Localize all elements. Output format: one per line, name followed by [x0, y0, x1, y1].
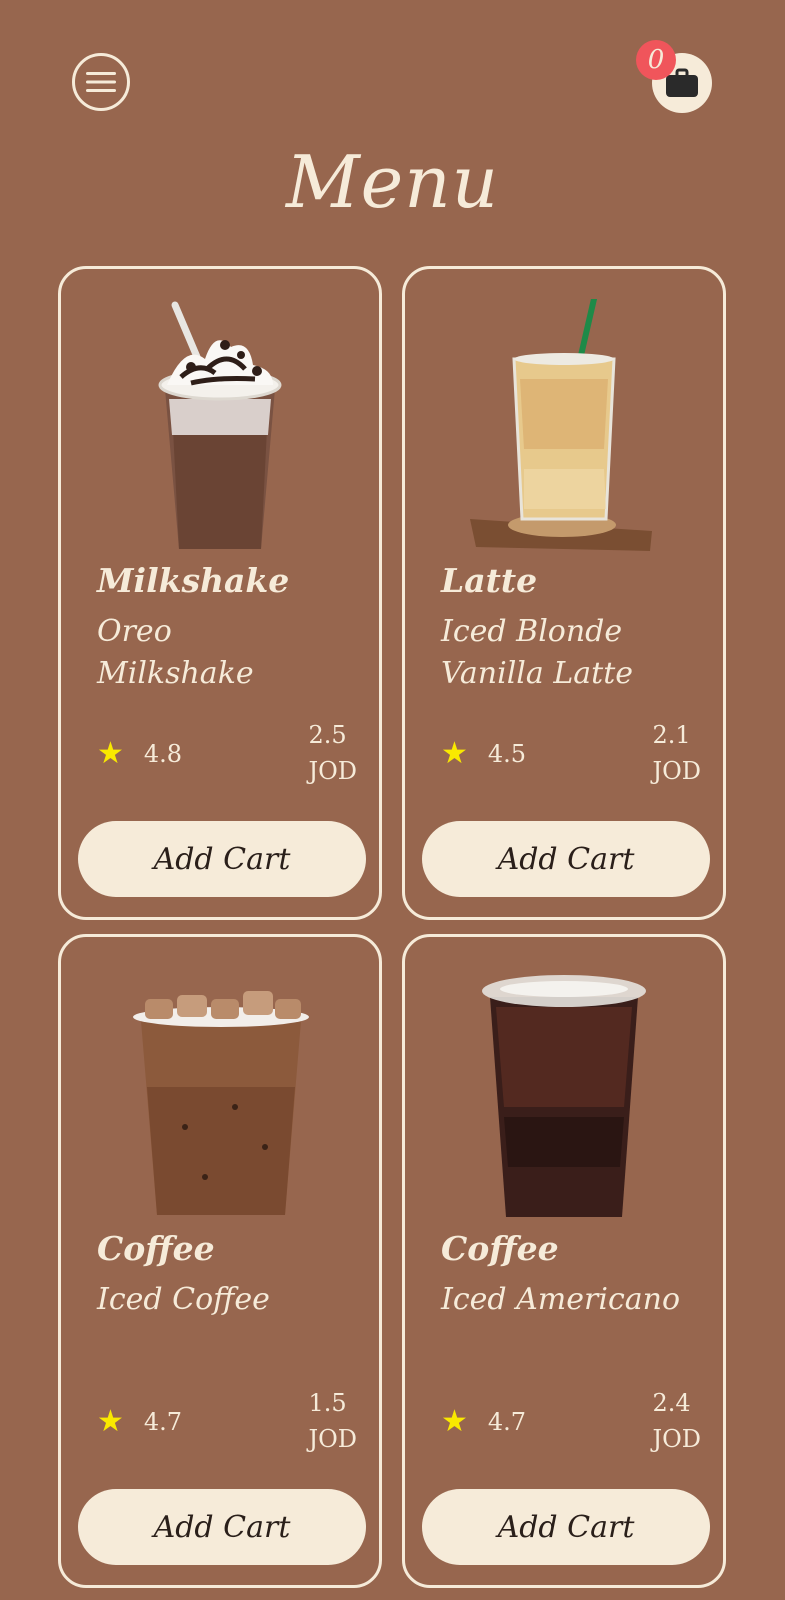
oreo-milkshake-image — [61, 291, 379, 559]
product-price-block: 2.4 JOD — [652, 1385, 701, 1457]
product-description: Iced Blonde Vanilla Latte — [441, 614, 633, 691]
product-rating: 4.5 — [487, 740, 527, 768]
product-price: 2.5 — [308, 721, 347, 749]
star-icon: ★ — [97, 736, 124, 771]
star-icon: ★ — [97, 1404, 124, 1439]
product-name: Coffee — [97, 1229, 215, 1268]
product-rating: 4.8 — [143, 740, 183, 768]
rating-row: ★ 4.7 — [441, 1407, 526, 1437]
iced-latte-image — [405, 291, 723, 559]
product-price: 2.1 — [652, 721, 691, 749]
product-price: 2.4 — [652, 1389, 691, 1417]
product-currency: JOD — [308, 1425, 357, 1453]
add-cart-button[interactable]: Add Cart — [422, 1489, 710, 1565]
product-card-iced-americano: Coffee Iced Americano ★ 4.7 2.4 JOD Add … — [402, 934, 726, 1588]
product-rating: 4.7 — [487, 1408, 527, 1436]
product-price-block: 2.5 JOD — [308, 717, 357, 789]
cart-count-badge: 0 — [636, 40, 676, 80]
product-price: 1.5 — [308, 1389, 347, 1417]
product-price-block: 2.1 JOD — [652, 717, 701, 789]
rating-row: ★ 4.7 — [97, 1407, 182, 1437]
product-description: Iced Americano — [441, 1282, 681, 1317]
star-icon: ★ — [441, 736, 468, 771]
product-card-milkshake: Milkshake Oreo Milkshake ★ 4.8 2.5 JOD A… — [58, 266, 382, 920]
add-cart-button[interactable]: Add Cart — [422, 821, 710, 897]
star-icon: ★ — [441, 1404, 468, 1439]
product-name: Milkshake — [97, 561, 290, 600]
product-name: Latte — [441, 561, 538, 600]
product-description: Iced Coffee — [97, 1282, 270, 1317]
product-card-latte: Latte Iced Blonde Vanilla Latte ★ 4.5 2.… — [402, 266, 726, 920]
product-rating: 4.7 — [143, 1408, 183, 1436]
add-cart-button[interactable]: Add Cart — [78, 821, 366, 897]
rating-row: ★ 4.8 — [97, 739, 182, 769]
product-card-iced-coffee: Coffee Iced Coffee ★ 4.7 1.5 JOD Add Car… — [58, 934, 382, 1588]
product-price-block: 1.5 JOD — [308, 1385, 357, 1457]
menu-button[interactable] — [72, 53, 130, 111]
product-currency: JOD — [308, 757, 357, 785]
add-cart-button[interactable]: Add Cart — [78, 1489, 366, 1565]
product-description: Oreo Milkshake — [97, 614, 254, 691]
rating-row: ★ 4.5 — [441, 739, 526, 769]
product-currency: JOD — [652, 1425, 701, 1453]
page-title: Menu — [285, 140, 500, 224]
product-currency: JOD — [652, 757, 701, 785]
iced-americano-image — [405, 959, 723, 1227]
iced-coffee-image — [61, 959, 379, 1227]
product-name: Coffee — [441, 1229, 559, 1268]
hamburger-icon — [86, 72, 116, 92]
